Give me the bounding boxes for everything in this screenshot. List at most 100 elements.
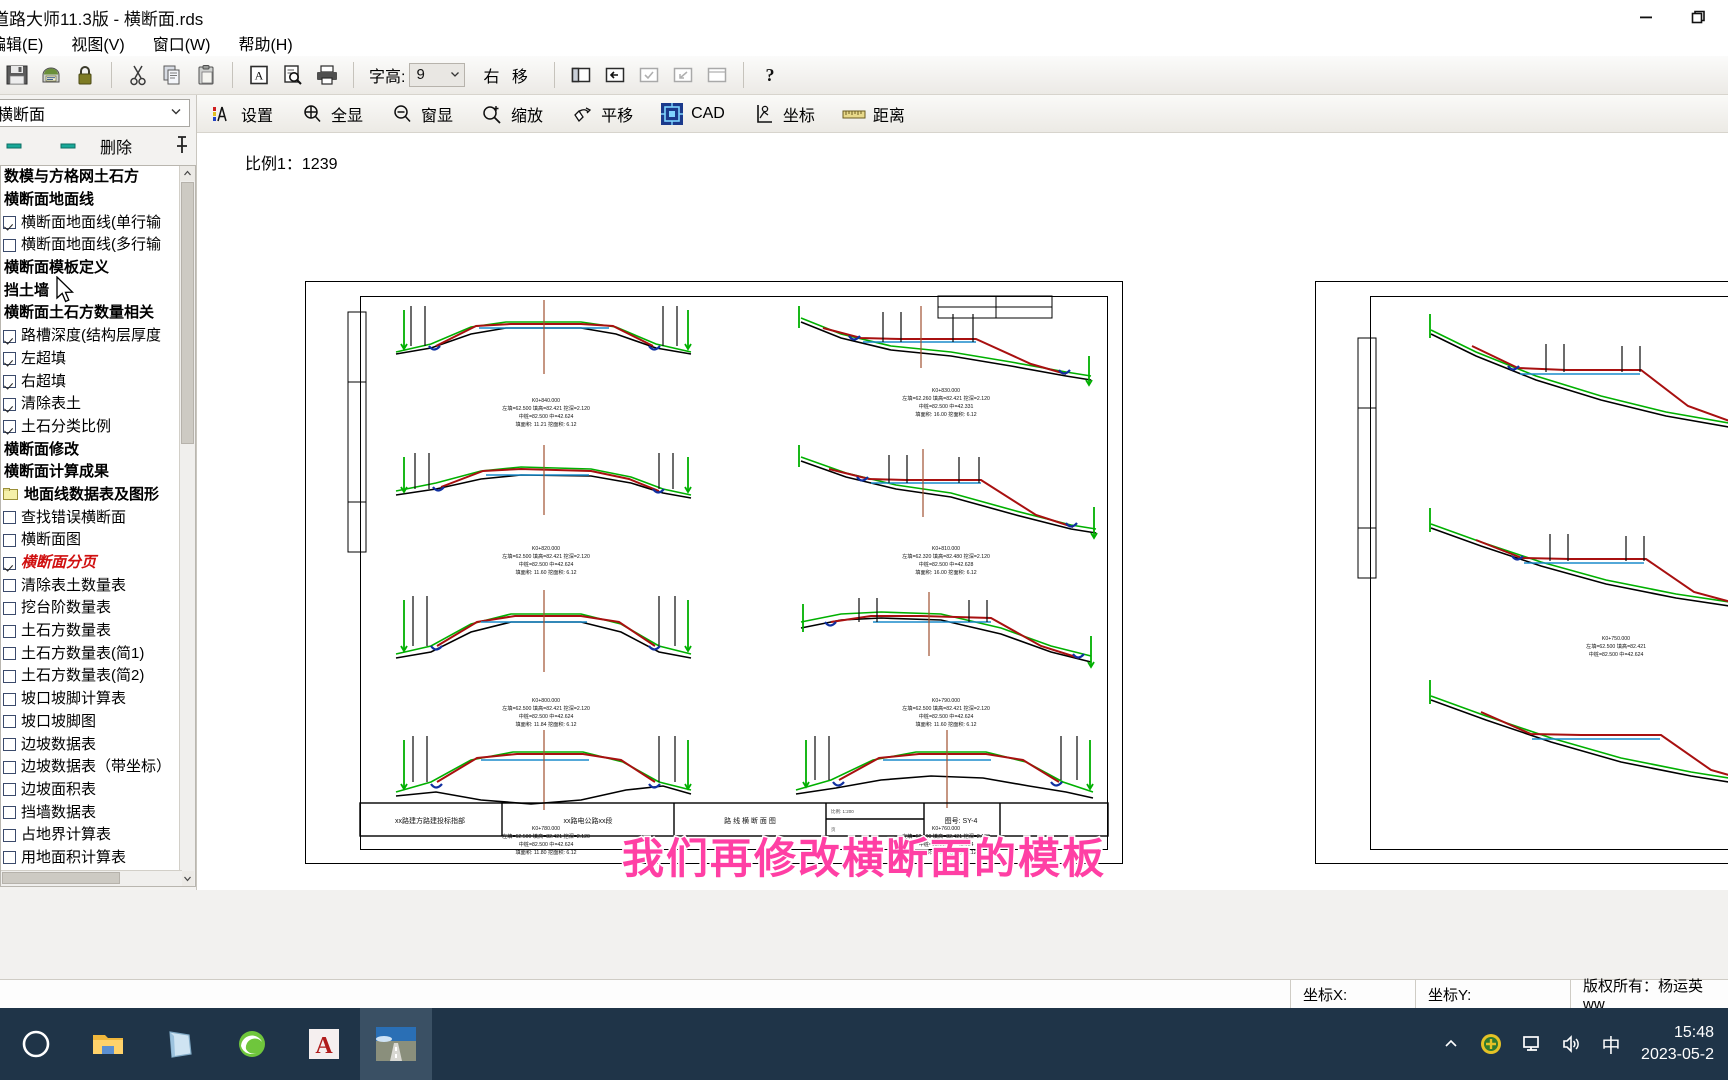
- tree-item[interactable]: 挡墙数据表: [1, 801, 179, 824]
- maximize-button[interactable]: [1672, 0, 1724, 34]
- view-settings[interactable]: 设置: [205, 99, 291, 129]
- tree-item[interactable]: 清除表土数量表: [1, 574, 179, 597]
- menu-help[interactable]: 帮助(H): [224, 31, 306, 55]
- tree-item[interactable]: 清除表土: [1, 393, 179, 416]
- help-icon[interactable]: ?: [753, 60, 787, 90]
- tree-item-checkbox[interactable]: [3, 738, 16, 752]
- volume-icon[interactable]: [1551, 1008, 1591, 1080]
- tree-item[interactable]: 边坡数据表（带坐标）: [1, 756, 179, 779]
- taskbar-clock[interactable]: 15:48 2023-05-2: [1641, 1022, 1714, 1066]
- layout-arrow-icon[interactable]: [666, 60, 700, 90]
- tree-item[interactable]: 路槽深度(结构层厚度: [1, 325, 179, 348]
- view-fullscreen[interactable]: 全显: [295, 99, 381, 129]
- tree-item-checkbox[interactable]: [3, 556, 16, 570]
- drawing-sheet-main[interactable]: K0+840.000 左填=62.500 填高=82.421 挖深=2.120 …: [305, 281, 1123, 864]
- view-cad[interactable]: CAD: [655, 99, 743, 129]
- print-icon[interactable]: [310, 60, 344, 90]
- tree-item-checkbox[interactable]: [3, 511, 16, 525]
- module-combo[interactable]: 横断面: [0, 99, 190, 127]
- tree-item-checkbox[interactable]: [3, 397, 16, 411]
- add-icon[interactable]: [0, 133, 28, 159]
- tree-item[interactable]: 数模与方格网土石方: [1, 166, 179, 189]
- tree-item[interactable]: 横断面计算成果: [1, 461, 179, 484]
- tree-item-checkbox[interactable]: [3, 329, 16, 343]
- layout-left-icon[interactable]: [598, 60, 632, 90]
- tree-item-checkbox[interactable]: [3, 692, 16, 706]
- preview-icon[interactable]: [276, 60, 310, 90]
- drawing-canvas[interactable]: 比例1：1239 K0+840.000 左填=62.500 填高=82.421 …: [197, 133, 1728, 890]
- tree-item-checkbox[interactable]: [3, 806, 16, 820]
- tree-item[interactable]: 横断面修改: [1, 438, 179, 461]
- tree-item-checkbox[interactable]: [3, 216, 16, 230]
- view-window[interactable]: 窗显: [385, 99, 471, 129]
- taskbar-roadmaster[interactable]: [360, 1008, 432, 1080]
- tree-vertical-scrollbar[interactable]: [179, 166, 195, 886]
- pin-icon[interactable]: [174, 135, 190, 160]
- export-icon[interactable]: [34, 60, 68, 90]
- drawing-sheet-next[interactable]: K0+750.000 左填=62.500 填高=82.421 中桩=82.500…: [1315, 281, 1728, 864]
- layout-blank-icon[interactable]: [700, 60, 734, 90]
- remove-icon[interactable]: [54, 133, 82, 159]
- tree-item-checkbox[interactable]: [3, 760, 16, 774]
- view-pan[interactable]: 平移: [565, 99, 651, 129]
- menu-edit[interactable]: 编辑(E): [0, 31, 57, 55]
- tree-item-checkbox[interactable]: [3, 375, 16, 389]
- menu-view[interactable]: 视图(V): [57, 31, 138, 55]
- tree-item-checkbox[interactable]: [3, 715, 16, 729]
- move-right-button[interactable]: 右 移: [483, 63, 531, 87]
- taskbar-explorer[interactable]: [72, 1008, 144, 1080]
- tree-item-checkbox[interactable]: [3, 624, 16, 638]
- view-zoom[interactable]: 缩放: [475, 99, 561, 129]
- ime-indicator[interactable]: 中: [1591, 1008, 1631, 1080]
- tree-item[interactable]: 横断面土石方数量相关: [1, 302, 179, 325]
- tree-item[interactable]: 横断面图: [1, 529, 179, 552]
- paste-icon[interactable]: [189, 60, 223, 90]
- chevron-up-icon[interactable]: [1431, 1008, 1471, 1080]
- tree-item[interactable]: 横断面模板定义: [1, 257, 179, 280]
- view-coordinate[interactable]: 坐标: [747, 99, 833, 129]
- save-button[interactable]: [0, 60, 34, 90]
- layout-check-icon[interactable]: [632, 60, 666, 90]
- minimize-button[interactable]: [1620, 0, 1672, 34]
- taskbar-autocad[interactable]: A: [288, 1008, 360, 1080]
- tree-item[interactable]: 边坡面积表: [1, 779, 179, 802]
- tree-item[interactable]: 边坡数据表: [1, 733, 179, 756]
- shield-icon[interactable]: [1471, 1008, 1511, 1080]
- tree-item-checkbox[interactable]: [3, 352, 16, 366]
- tree-item[interactable]: 横断面分页: [1, 552, 179, 575]
- menu-window[interactable]: 窗口(W): [139, 31, 225, 55]
- view-distance[interactable]: 距离: [837, 99, 923, 129]
- tree-item-checkbox[interactable]: [3, 533, 16, 547]
- text-icon[interactable]: A: [242, 60, 276, 90]
- lock-icon[interactable]: [68, 60, 102, 90]
- tree-item[interactable]: 右超填: [1, 370, 179, 393]
- tree-item-checkbox[interactable]: [3, 601, 16, 615]
- tree-item[interactable]: 挖台阶数量表: [1, 597, 179, 620]
- tree-item[interactable]: 土石方数量表: [1, 620, 179, 643]
- tree-item-checkbox[interactable]: [3, 783, 16, 797]
- tree-item-checkbox[interactable]: [3, 647, 16, 661]
- network-icon[interactable]: [1511, 1008, 1551, 1080]
- tree-item[interactable]: 查找错误横断面: [1, 506, 179, 529]
- taskbar-browser[interactable]: [216, 1008, 288, 1080]
- tree-item-checkbox[interactable]: [3, 579, 16, 593]
- feature-tree[interactable]: 数模与方格网土石方 横断面地面线 横断面地面线(单行输 横断面地面线(多行输 横断面模板…: [0, 165, 196, 887]
- tree-item[interactable]: 左超填: [1, 348, 179, 371]
- tree-item[interactable]: 土石方数量表(简1): [1, 642, 179, 665]
- cut-icon[interactable]: [121, 60, 155, 90]
- tree-item[interactable]: 坡口坡脚图: [1, 711, 179, 734]
- tree-item[interactable]: 横断面地面线: [1, 189, 179, 212]
- tree-item[interactable]: 横断面地面线(多行输: [1, 234, 179, 257]
- tree-item[interactable]: 地面线数据表及图形: [1, 484, 179, 507]
- tree-item[interactable]: 挡土墙: [1, 279, 179, 302]
- layout-split-icon[interactable]: [564, 60, 598, 90]
- tree-item[interactable]: 土石分类比例: [1, 416, 179, 439]
- tree-item[interactable]: 横断面地面线(单行输: [1, 211, 179, 234]
- scroll-up-arrow[interactable]: [180, 166, 195, 181]
- scrollbar-thumb[interactable]: [181, 182, 194, 444]
- tree-item-checkbox[interactable]: [3, 669, 16, 683]
- font-height-combo[interactable]: 9: [409, 63, 466, 87]
- tree-item-checkbox[interactable]: [3, 238, 16, 252]
- tree-item[interactable]: 土石方数量表(简2): [1, 665, 179, 688]
- delete-button[interactable]: 删除: [100, 134, 132, 158]
